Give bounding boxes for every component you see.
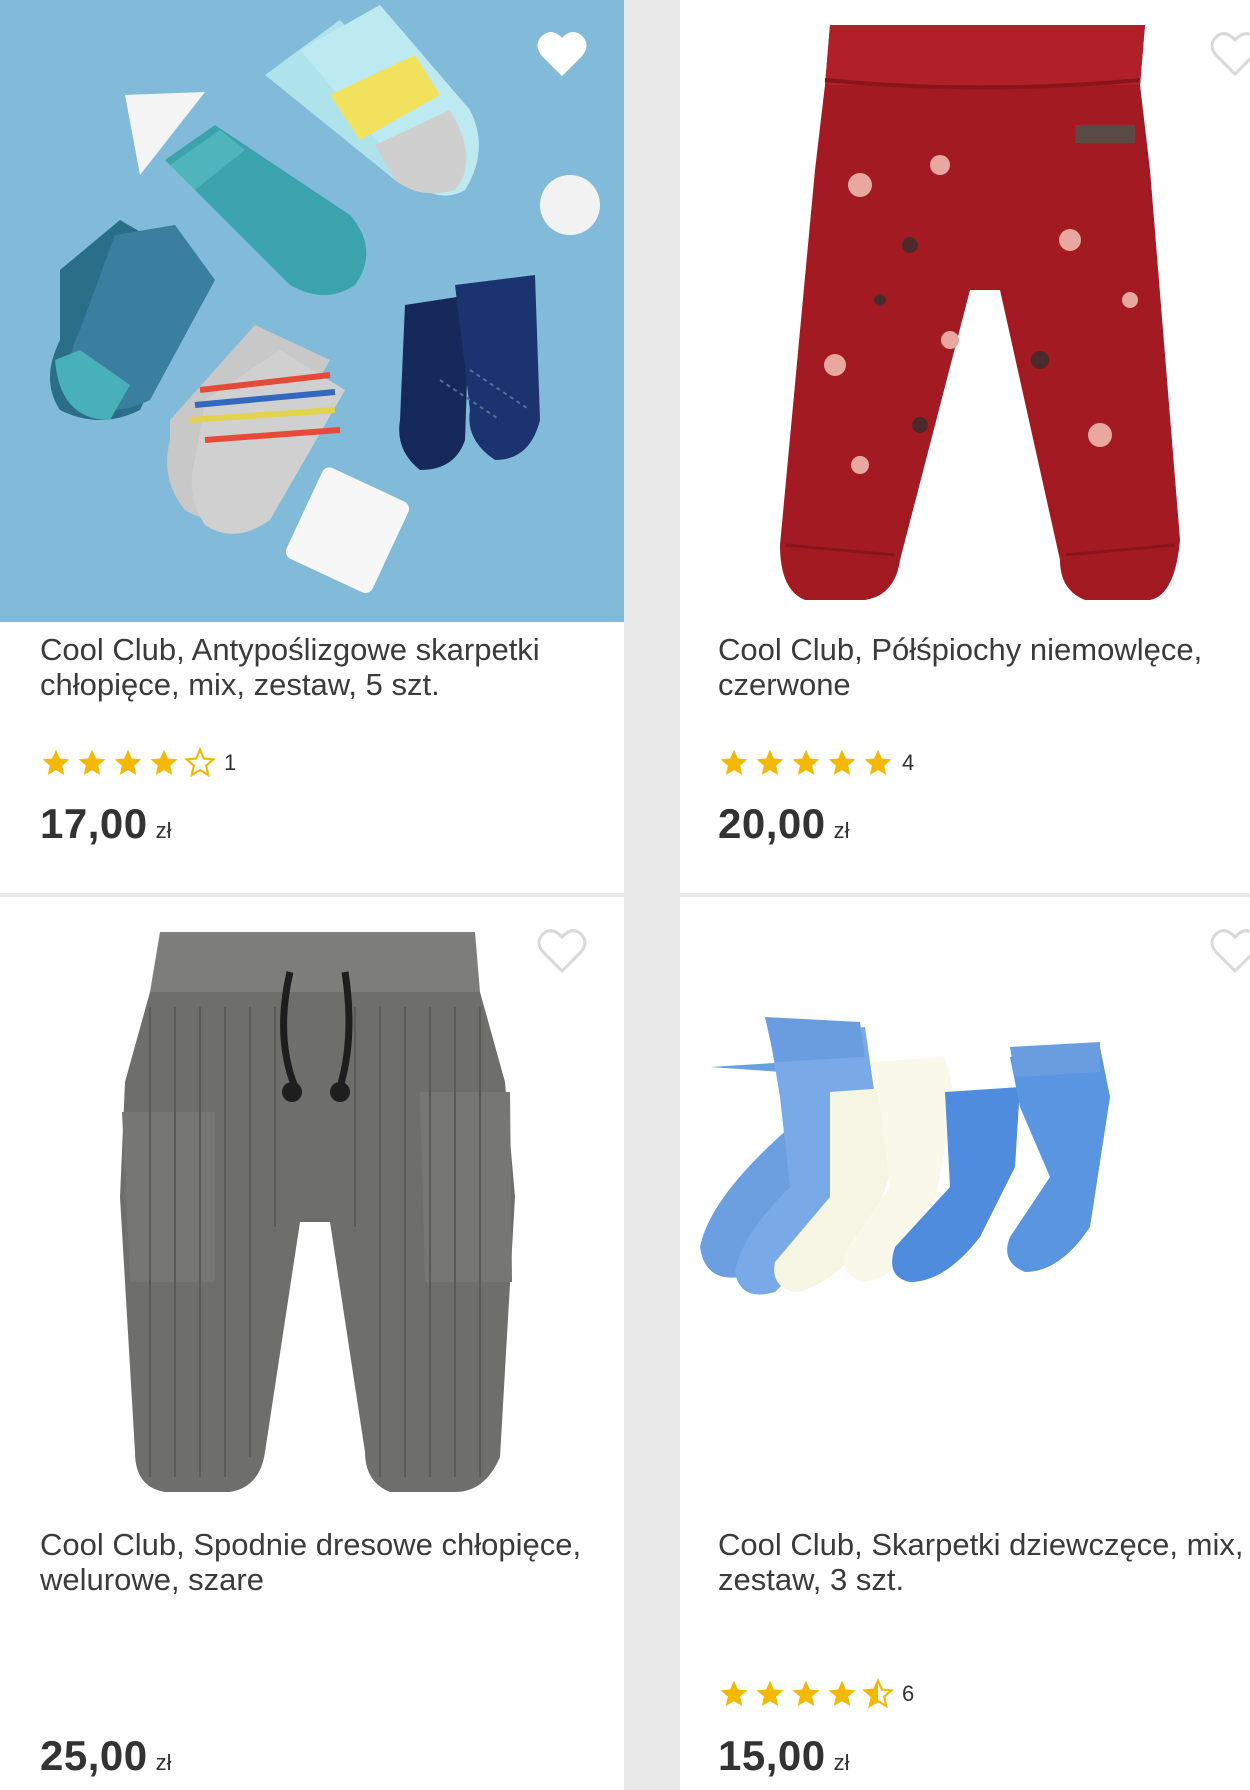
star-filled-icon [720,749,748,775]
price-amount: 20,00 [718,800,826,847]
product-price: 20,00 zł [718,800,850,848]
price-currency: zł [155,818,172,843]
star-filled-icon [828,749,856,775]
star-filled-icon [828,1680,856,1706]
product-image-socks-set[interactable] [0,0,624,622]
product-title[interactable]: Cool Club, Skarpetki dziewczęce, mix, ze… [718,1527,1250,1597]
price-currency: zł [833,818,850,843]
star-filled-icon [114,749,142,775]
product-price: 15,00 zł [718,1732,850,1780]
product-card[interactable]: Cool Club, Skarpetki dziewczęce, mix, ze… [680,897,1250,1790]
star-filled-icon [42,749,70,775]
heart-icon[interactable] [1210,30,1250,78]
product-card[interactable]: Cool Club, Półśpiochy niemowlęce, czerwo… [680,0,1250,893]
rating-stars: 6 [718,1677,914,1711]
rating-count: 6 [902,1681,915,1706]
heart-icon[interactable] [1210,927,1250,975]
product-title[interactable]: Cool Club, Antypoślizgowe skarpetki chło… [40,632,604,702]
star-filled-icon [78,749,106,775]
price-amount: 17,00 [40,800,148,847]
rating-stars: 4 [718,746,914,780]
star-filled-icon [756,749,784,775]
product-title[interactable]: Cool Club, Półśpiochy niemowlęce, czerwo… [718,632,1250,702]
price-amount: 25,00 [40,1732,148,1779]
price-currency: zł [155,1750,172,1775]
product-image-red-pants[interactable] [680,0,1250,622]
product-price: 17,00 zł [40,800,172,848]
star-filled-icon [792,1680,820,1706]
product-price: 25,00 zł [40,1732,172,1780]
rating-stars: 1 [40,746,236,780]
star-empty-icon [184,747,216,778]
star-filled-icon [150,749,178,775]
price-amount: 15,00 [718,1732,826,1779]
heart-icon[interactable] [537,927,587,975]
rating-count: 4 [902,750,915,775]
product-image-girl-socks[interactable] [680,897,1250,1517]
price-currency: zł [833,1750,850,1775]
product-title[interactable]: Cool Club, Spodnie dresowe chłopięce, we… [40,1527,604,1597]
product-card[interactable]: Cool Club, Antypoślizgowe skarpetki chło… [0,0,624,893]
product-card[interactable]: Cool Club, Spodnie dresowe chłopięce, we… [0,897,624,1790]
star-filled-icon [864,749,892,775]
star-filled-icon [756,1680,784,1706]
rating-count: 1 [224,750,237,775]
heart-icon[interactable] [537,30,587,78]
product-image-gray-pants[interactable] [0,897,624,1517]
star-filled-icon [720,1680,748,1706]
star-filled-icon [792,749,820,775]
star-half-icon [862,1678,894,1709]
